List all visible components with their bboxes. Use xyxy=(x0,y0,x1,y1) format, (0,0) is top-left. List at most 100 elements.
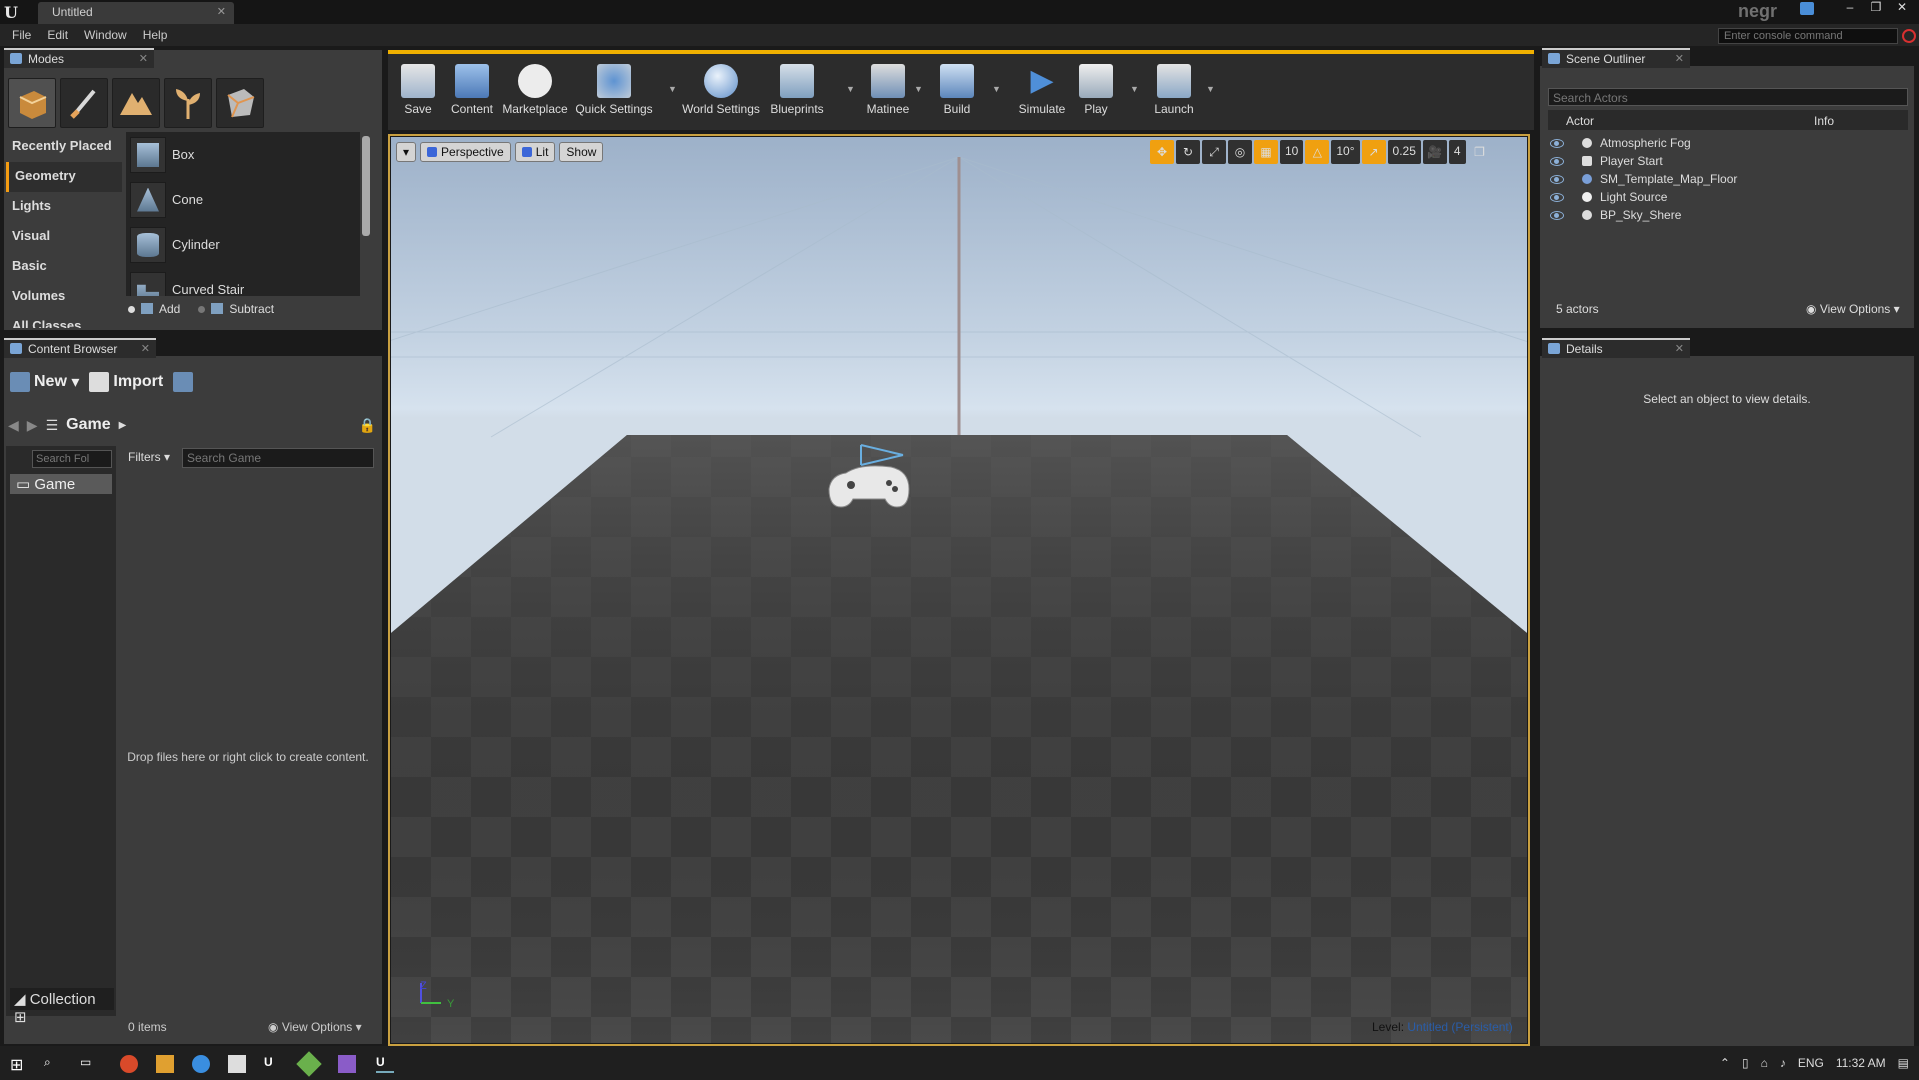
document-tab[interactable]: Untitled ✕ xyxy=(38,2,234,24)
back-arrow-icon[interactable]: ◀ xyxy=(8,417,19,434)
place-item-cone[interactable]: Cone xyxy=(126,177,360,222)
visibility-eye-icon[interactable] xyxy=(1550,174,1564,184)
notifications-icon[interactable]: ▤ xyxy=(1898,1056,1909,1070)
start-icon[interactable]: ⊞ xyxy=(10,1055,28,1074)
blueprints-dropdown-icon[interactable]: ▼ xyxy=(846,84,855,94)
unreal-launcher-icon[interactable]: U xyxy=(264,1055,282,1073)
import-button[interactable]: Import xyxy=(89,372,163,392)
forward-arrow-icon[interactable]: ▶ xyxy=(27,417,38,434)
visibility-eye-icon[interactable] xyxy=(1550,210,1564,220)
path-chevron-icon[interactable]: ▶ xyxy=(119,420,127,431)
close-window-icon[interactable]: ✕ xyxy=(1891,0,1913,18)
search-game-input[interactable]: Search Game xyxy=(182,448,374,468)
close-content-browser-icon[interactable]: ✕ xyxy=(141,342,150,355)
search-folders-input[interactable]: Search Fol xyxy=(32,450,112,468)
chrome-icon[interactable] xyxy=(192,1055,210,1073)
actor-row[interactable]: Light Source xyxy=(1548,188,1908,206)
category-basic[interactable]: Basic xyxy=(6,252,122,282)
console-stop-icon[interactable] xyxy=(1902,29,1916,43)
save-button[interactable]: Save xyxy=(394,64,442,116)
search-actors-input[interactable]: Search Actors xyxy=(1548,88,1908,106)
quick-settings-dropdown-icon[interactable]: ▼ xyxy=(668,84,677,94)
git-icon[interactable] xyxy=(296,1051,322,1077)
category-geometry[interactable]: Geometry xyxy=(6,162,122,192)
play-dropdown-icon[interactable]: ▼ xyxy=(1130,84,1139,94)
battery-icon[interactable]: ▯ xyxy=(1742,1056,1749,1070)
close-modes-icon[interactable]: ✕ xyxy=(139,52,148,65)
category-recently-placed[interactable]: Recently Placed xyxy=(6,132,122,162)
menu-file[interactable]: File xyxy=(4,24,39,46)
build-button[interactable]: Build xyxy=(928,64,986,116)
new-button[interactable]: New ▾ xyxy=(10,372,79,392)
launch-button[interactable]: Launch xyxy=(1144,64,1204,116)
collections-header[interactable]: ◢ Collection ⊞ xyxy=(10,988,114,1026)
show-button[interactable]: Show xyxy=(559,142,604,162)
rotation-snap-icon[interactable]: △ xyxy=(1305,140,1330,164)
maximize-viewport-icon[interactable]: ❐ xyxy=(1468,140,1492,164)
tray-chevron-icon[interactable]: ⌃ xyxy=(1720,1056,1730,1070)
scale-snap-icon[interactable]: ↗ xyxy=(1361,140,1386,164)
rotation-snap-value[interactable]: 10° xyxy=(1331,140,1360,164)
category-visual[interactable]: Visual xyxy=(6,222,122,252)
task-view-icon[interactable]: ▭ xyxy=(80,1055,98,1073)
minimize-icon[interactable]: – xyxy=(1839,0,1861,18)
world-settings-button[interactable]: World Settings xyxy=(680,64,762,116)
actor-row[interactable]: Player Start xyxy=(1548,152,1908,170)
menu-help[interactable]: Help xyxy=(135,24,176,46)
folder-game[interactable]: ▭ Game xyxy=(10,474,112,494)
path-game[interactable]: Game xyxy=(66,416,110,434)
place-item-box[interactable]: Box xyxy=(126,132,360,177)
landscape-mode-button[interactable] xyxy=(112,78,160,128)
lock-icon[interactable]: 🔒 xyxy=(359,417,376,434)
console-input[interactable]: Enter console command xyxy=(1718,28,1898,44)
scale-snap-value[interactable]: 0.25 xyxy=(1387,140,1421,164)
add-collection-icon[interactable]: ⊞ xyxy=(14,1009,27,1026)
close-scene-outliner-icon[interactable]: ✕ xyxy=(1675,52,1684,65)
visual-studio-icon[interactable] xyxy=(338,1055,356,1073)
brush-add-option[interactable]: Add xyxy=(128,302,180,316)
placeable-scrollbar[interactable] xyxy=(362,136,370,236)
matinee-dropdown-icon[interactable]: ▼ xyxy=(914,84,923,94)
quick-settings-button[interactable]: Quick Settings xyxy=(572,64,656,116)
paint-mode-button[interactable] xyxy=(60,78,108,128)
launch-dropdown-icon[interactable]: ▼ xyxy=(1206,84,1215,94)
visibility-eye-icon[interactable] xyxy=(1550,156,1564,166)
so-view-options-button[interactable]: ◉ View Options ▾ xyxy=(1806,302,1900,316)
scale-mode-icon[interactable]: ⤢ xyxy=(1202,140,1226,164)
level-viewport[interactable] xyxy=(391,137,1527,1043)
cb-view-options-button[interactable]: ◉ View Options ▾ xyxy=(268,1020,362,1034)
details-tab[interactable]: Details ✕ xyxy=(1542,338,1690,358)
app-icon-1[interactable] xyxy=(120,1055,138,1073)
column-actor[interactable]: Actor xyxy=(1566,114,1594,128)
grid-snap-value[interactable]: 10 xyxy=(1280,140,1304,164)
brush-subtract-option[interactable]: Subtract xyxy=(198,302,274,316)
close-details-icon[interactable]: ✕ xyxy=(1675,342,1684,355)
place-item-curved-stair[interactable]: Curved Stair xyxy=(126,267,360,296)
rotate-mode-icon[interactable]: ↻ xyxy=(1176,140,1200,164)
scene-outliner-tab[interactable]: Scene Outliner ✕ xyxy=(1542,48,1690,68)
category-all-classes[interactable]: All Classes xyxy=(6,312,122,328)
sources-toggle-icon[interactable]: ☰ xyxy=(46,417,59,434)
filters-dropdown[interactable]: Filters ▾ xyxy=(128,450,170,464)
blueprints-button[interactable]: Blueprints xyxy=(764,64,830,116)
play-button[interactable]: Play xyxy=(1072,64,1120,116)
search-icon[interactable]: ⌕ xyxy=(44,1055,62,1073)
visibility-eye-icon[interactable] xyxy=(1550,192,1564,202)
translate-mode-icon[interactable]: ✥ xyxy=(1150,140,1174,164)
build-dropdown-icon[interactable]: ▼ xyxy=(992,84,1001,94)
close-tab-icon[interactable]: ✕ xyxy=(217,5,226,18)
grid-snap-icon[interactable]: ▦ xyxy=(1254,140,1278,164)
actor-row[interactable]: Atmospheric Fog xyxy=(1548,134,1908,152)
network-icon[interactable]: ⌂ xyxy=(1761,1056,1768,1070)
visibility-eye-icon[interactable] xyxy=(1550,138,1564,148)
actor-row[interactable]: SM_Template_Map_Floor xyxy=(1548,170,1908,188)
menu-edit[interactable]: Edit xyxy=(39,24,76,46)
geometry-edit-mode-button[interactable] xyxy=(216,78,264,128)
content-browser-tab[interactable]: Content Browser ✕ xyxy=(4,338,156,358)
lit-button[interactable]: Lit xyxy=(514,142,556,162)
world-space-icon[interactable]: ◎ xyxy=(1228,140,1252,164)
place-item-cylinder[interactable]: Cylinder xyxy=(126,222,360,267)
viewport-menu-button[interactable]: ▾ xyxy=(396,142,417,162)
camera-speed-icon[interactable]: 🎥 xyxy=(1422,140,1447,164)
simulate-button[interactable]: ▶ Simulate xyxy=(1014,64,1070,116)
